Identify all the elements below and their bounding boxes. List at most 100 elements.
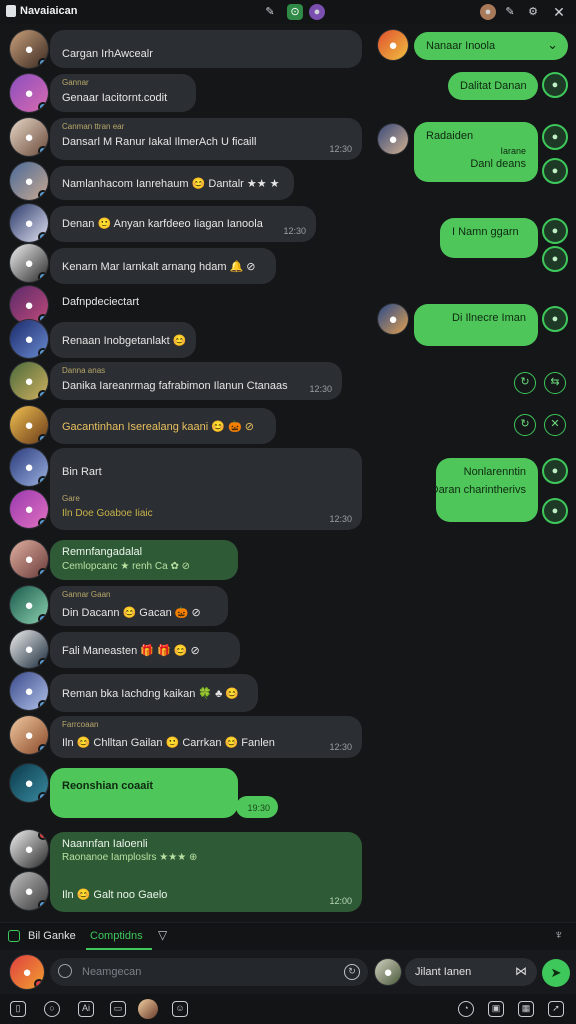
emoji-icon[interactable] — [58, 964, 72, 978]
message-time: 12:30 — [329, 514, 352, 524]
avatar[interactable]: ● — [10, 448, 48, 486]
sticker-icon[interactable]: ☺ — [172, 1001, 188, 1017]
message-text: Nonlarenntin — [463, 466, 526, 478]
avatar[interactable]: ● — [542, 498, 568, 524]
avatar[interactable]: ● — [10, 490, 48, 528]
message-time: 12:30 — [283, 226, 306, 236]
chat-icon[interactable]: ⊙ — [287, 4, 303, 20]
pen-icon[interactable]: ✎ — [502, 4, 518, 20]
avatar[interactable]: ● — [10, 830, 48, 868]
avatar-icon[interactable] — [138, 999, 158, 1019]
message-bubble: Dafnpdeciectart — [50, 290, 170, 314]
message-bubble[interactable]: Fali Maneasten 🎁 🎁 😊 ⊘ — [50, 632, 240, 668]
message-text: Dansarl M Ranur Iakal IlmerAch U ficaill — [62, 136, 257, 148]
avatar[interactable]: ● — [542, 218, 568, 244]
settings-icon[interactable]: ⚙ — [525, 4, 541, 20]
avatar[interactable]: ● — [378, 304, 408, 334]
message-bubble[interactable]: Cargan IrhAwcealr — [50, 30, 362, 68]
close-icon[interactable]: ✕ — [544, 414, 566, 436]
gallery2-icon[interactable]: ▦ — [518, 1001, 534, 1017]
message-text: Danika Iareanrmag fafrabimon Ilanun Ctan… — [62, 380, 288, 392]
clock-icon[interactable]: ◔ — [458, 1001, 474, 1017]
bookmark-icon[interactable]: ▯ — [10, 1001, 26, 1017]
avatar[interactable]: ● — [542, 158, 568, 184]
message-sender: Canman ttran ear — [62, 122, 125, 131]
avatar[interactable]: ● — [10, 74, 48, 112]
secondary-input-value: Jilant Ianen — [415, 966, 472, 978]
reply-icon[interactable]: ↻ — [514, 414, 536, 436]
avatar[interactable]: ● — [10, 672, 48, 710]
avatar[interactable]: ● — [10, 244, 48, 282]
message-bubble[interactable]: Bin Rart Gare Iln Doe Goaboe Iiaic 12:30 — [50, 448, 362, 530]
user-avatar-icon[interactable]: ● — [480, 4, 496, 20]
avatar[interactable]: ● — [10, 406, 48, 444]
message-text: Reman bka Iachdng kaikan 🍀 ♣ 😊 — [62, 688, 240, 700]
message-bubble[interactable]: Remnfangadalal Cemlopcanc ★ renh Ca ✿ ⊘ — [50, 540, 238, 580]
message-bubble[interactable]: Namlanhacom Ianrehaum 😊 Dantalr ★★ ★ — [50, 166, 294, 200]
avatar[interactable]: ● — [10, 872, 48, 910]
message-bubble[interactable]: Nanaar Inoola ⌄ — [414, 32, 568, 60]
message-bubble[interactable]: Danna anas Danika Iareanrmag fafrabimon … — [50, 362, 342, 400]
avatar[interactable]: ● — [10, 162, 48, 200]
message-bubble[interactable]: Renaan Inobgetanlakt 😊 — [50, 322, 196, 358]
secondary-input[interactable]: Jilant Ianen ⋈ — [405, 958, 537, 986]
avatar[interactable]: ● — [10, 286, 48, 324]
message-bubble[interactable]: I Namn ggarn — [440, 218, 538, 258]
avatar[interactable]: ● — [542, 124, 568, 150]
reply-icon[interactable]: ↻ — [514, 372, 536, 394]
avatar[interactable]: ● — [378, 124, 408, 154]
tab-first[interactable]: Bil Ganke — [28, 930, 76, 942]
avatar[interactable]: ● — [542, 246, 568, 272]
message-bubble[interactable]: Canman ttran ear Dansarl M Ranur Iakal I… — [50, 118, 362, 160]
message-text: Kenarn Mar Iarnkalt arnang hdam 🔔 ⊘ — [62, 261, 256, 273]
chevron-down-icon[interactable]: ⌄ — [547, 37, 558, 53]
attach-icon[interactable]: ↻ — [344, 964, 360, 980]
message-bubble[interactable]: Gacantinhan Iserealang kaani 😊 🎃 ⊘ — [50, 408, 276, 444]
avatar[interactable]: ● — [542, 72, 568, 98]
send-file-icon[interactable]: ➚ — [548, 1001, 564, 1017]
avatar[interactable]: ● — [10, 955, 44, 989]
message-bubble[interactable]: Naannfan Ialoenli Raonanoe Iamploslrs ★★… — [50, 832, 362, 912]
message-bubble[interactable]: Gannar Gaan Din Dacann 😊 Gacan 🎃 ⊘ — [50, 586, 228, 626]
message-bubble[interactable]: Nonlarenntin Daran charintherivs — [436, 458, 538, 522]
close-icon[interactable]: ✕ — [551, 4, 567, 20]
avatar[interactable]: ● — [10, 30, 48, 68]
avatar[interactable]: ● — [378, 30, 408, 60]
shuffle-icon[interactable]: ⋈ — [515, 964, 527, 978]
message-bubble[interactable]: Reman bka Iachdng kaikan 🍀 ♣ 😊 — [50, 674, 258, 712]
avatar[interactable]: ● — [10, 716, 48, 754]
message-bubble[interactable]: Radaiden Iarane Danl deans — [414, 122, 538, 182]
avatar[interactable]: ● — [10, 204, 48, 242]
avatar[interactable]: ● — [10, 764, 48, 802]
message-bubble[interactable]: Farrcoaan Iln 😊 Chlltan Gailan 🙂 Carrkan… — [50, 716, 362, 758]
message-bubble[interactable]: Dalitat Danan — [448, 72, 538, 100]
filter-icon[interactable]: ▽ — [158, 928, 167, 942]
image-icon[interactable]: ▭ — [110, 1001, 126, 1017]
ai-icon[interactable]: Ai — [78, 1001, 94, 1017]
mic-icon[interactable]: ♆ — [554, 927, 564, 942]
avatar[interactable]: ● — [10, 630, 48, 668]
forward-icon[interactable]: ⇆ — [544, 372, 566, 394]
message-bubble[interactable]: Gannar Genaar Iacitornt.codit — [50, 74, 196, 112]
avatar[interactable]: ● — [10, 586, 48, 624]
message-bubble[interactable]: Reonshian coaait — [50, 768, 238, 818]
avatar-icon[interactable]: ● — [309, 4, 325, 20]
avatar[interactable]: ● — [10, 540, 48, 578]
gallery-icon[interactable]: ▣ — [488, 1001, 504, 1017]
tab-second[interactable]: Comptidns — [90, 930, 143, 942]
avatar[interactable]: ● — [10, 118, 48, 156]
avatar[interactable]: ● — [375, 959, 401, 985]
message-bubble[interactable]: Denan 🙂 Anyan karfdeeo Iiagan Ianoola 12… — [50, 206, 316, 242]
pin-icon[interactable]: ✎ — [262, 4, 278, 20]
avatar[interactable]: ● — [10, 320, 48, 358]
message-text: Nanaar Inoola — [426, 40, 496, 52]
message-bubble[interactable]: Di Ilnecre Iman — [414, 304, 538, 346]
message-text: Gacantinhan Iserealang kaani 😊 🎃 ⊘ — [62, 421, 254, 433]
camera-icon[interactable]: ○ — [44, 1001, 60, 1017]
message-bubble[interactable]: Kenarn Mar Iarnkalt arnang hdam 🔔 ⊘ — [50, 248, 276, 284]
avatar[interactable]: ● — [10, 362, 48, 400]
avatar[interactable]: ● — [542, 306, 568, 332]
avatar[interactable]: ● — [542, 458, 568, 484]
send-button[interactable]: ➤ — [542, 959, 570, 987]
message-text: Fali Maneasten 🎁 🎁 😊 ⊘ — [62, 645, 200, 657]
